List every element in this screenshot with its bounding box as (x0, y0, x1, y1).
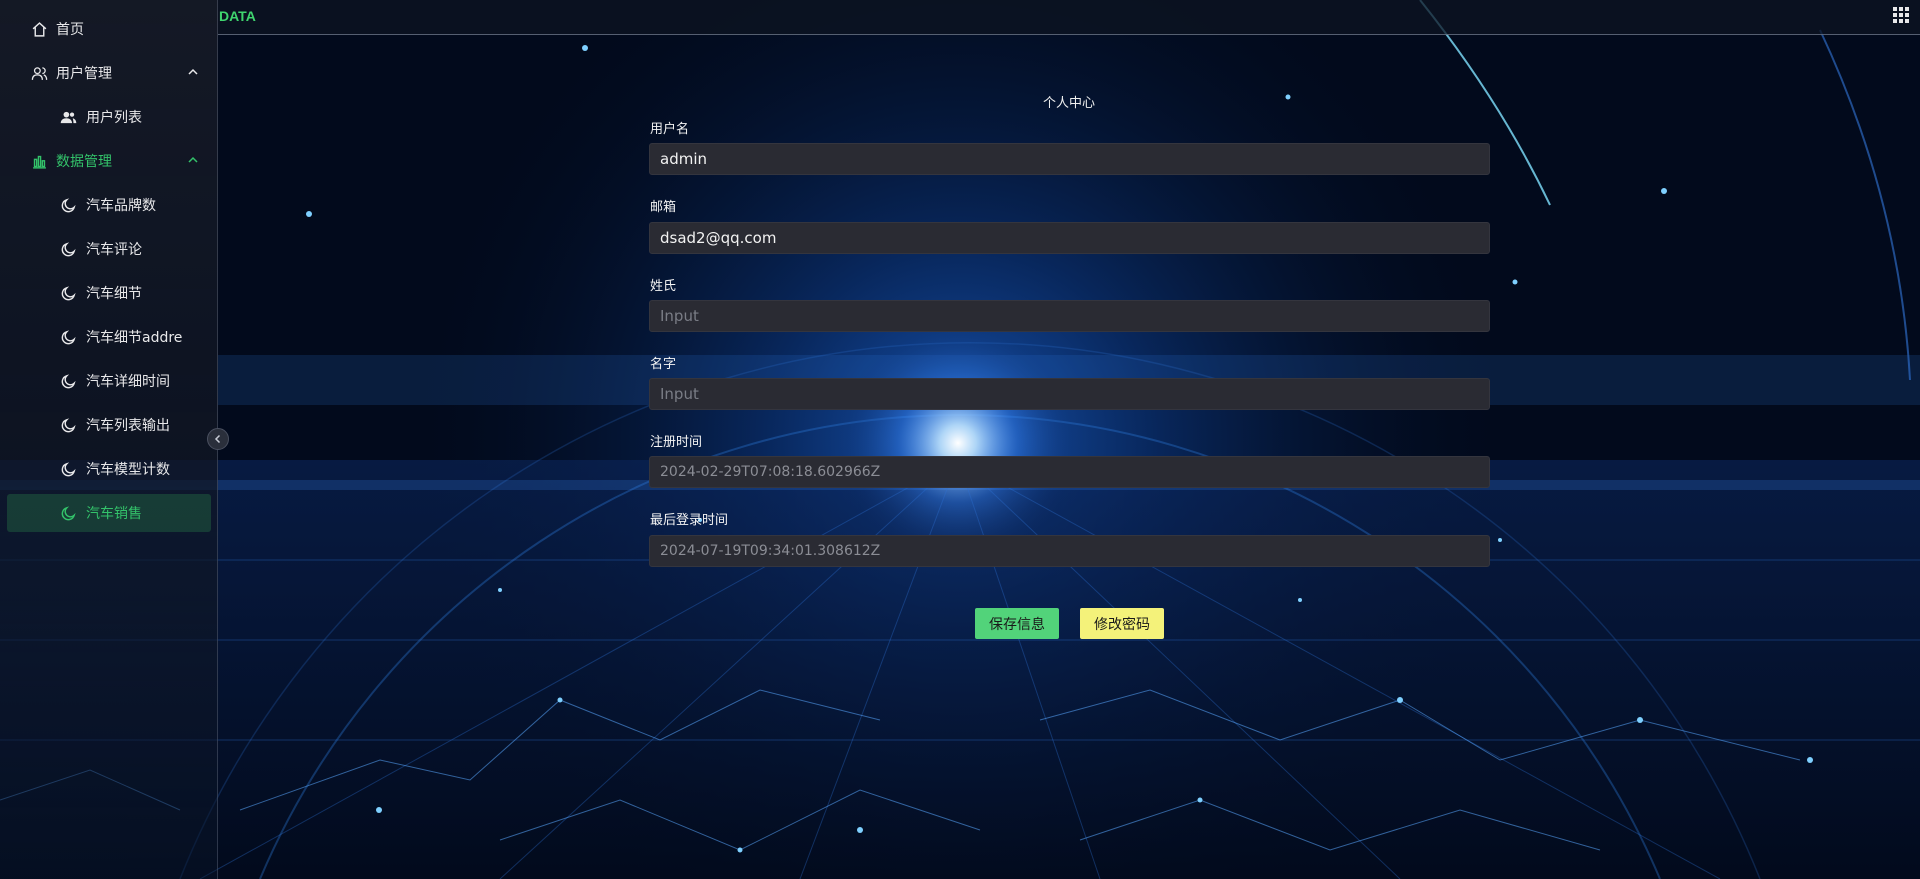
email-input[interactable] (649, 222, 1490, 254)
first-name-label: 名字 (650, 357, 677, 372)
username-label: 用户名 (650, 122, 690, 137)
moon-icon (59, 328, 77, 346)
moon-icon (59, 240, 77, 258)
chevron-left-icon (214, 434, 221, 444)
brand-logo[interactable]: DATA (219, 8, 256, 24)
sidebar-item-car-details-address[interactable]: 汽车细节addre (0, 315, 217, 359)
username-input[interactable] (649, 143, 1490, 175)
sidebar-item-user-management[interactable]: 用户管理 (0, 51, 217, 95)
chevron-up-icon (187, 66, 199, 78)
sidebar-item-car-sales[interactable]: 汽车销售 (7, 494, 211, 532)
last-name-label: 姓氏 (650, 279, 677, 294)
sidebar-item-label: 汽车细节addre (86, 330, 183, 346)
sidebar-item-label: 汽车模型计数 (86, 462, 170, 478)
email-label: 邮箱 (650, 200, 677, 215)
moon-icon (59, 284, 77, 302)
users-icon (59, 108, 77, 126)
sidebar-item-car-list-output[interactable]: 汽车列表输出 (0, 403, 217, 447)
sidebar-item-home[interactable]: 首页 (0, 7, 217, 51)
sidebar-item-label: 汽车详细时间 (86, 374, 170, 390)
sidebar-item-car-brand-count[interactable]: 汽车品牌数 (0, 183, 217, 227)
sidebar-item-car-comments[interactable]: 汽车评论 (0, 227, 217, 271)
sidebar-item-label: 汽车销售 (86, 506, 142, 522)
sidebar-item-label: 数据管理 (56, 154, 112, 170)
moon-icon (59, 416, 77, 434)
top-bar: DATA (218, 0, 1920, 35)
sidebar-item-label: 汽车评论 (86, 242, 142, 258)
sidebar-item-user-list[interactable]: 用户列表 (0, 95, 217, 139)
sidebar-item-car-model-count[interactable]: 汽车模型计数 (0, 447, 217, 491)
sidebar-item-data-management[interactable]: 数据管理 (0, 139, 217, 183)
last-name-input[interactable] (649, 300, 1490, 332)
sidebar-item-car-details[interactable]: 汽车细节 (0, 271, 217, 315)
page-title: 个人中心 (1043, 96, 1096, 111)
last-login-label: 最后登录时间 (650, 513, 729, 528)
sidebar-item-label: 用户管理 (56, 66, 112, 82)
register-time-label: 注册时间 (650, 435, 703, 450)
save-info-button[interactable]: 保存信息 (975, 608, 1059, 639)
chevron-up-icon (187, 154, 199, 166)
home-icon (30, 20, 48, 38)
sidebar-item-label: 用户列表 (86, 110, 142, 126)
sidebar-item-car-detail-time[interactable]: 汽车详细时间 (0, 359, 217, 403)
sidebar-item-label: 首页 (56, 22, 84, 38)
sidebar-item-label: 汽车列表输出 (86, 418, 170, 434)
moon-icon (59, 460, 77, 478)
background-scene (0, 0, 1920, 879)
app-root: 首页 用户管理 用户列表 数据管理 汽车品牌数 汽车评论 汽车细节 汽车细节ad… (0, 0, 1920, 879)
bar-chart-icon (30, 152, 48, 170)
moon-icon (59, 504, 77, 522)
sidebar-item-label: 汽车品牌数 (86, 198, 156, 214)
sidebar: 首页 用户管理 用户列表 数据管理 汽车品牌数 汽车评论 汽车细节 汽车细节ad… (0, 0, 218, 879)
users-outline-icon (30, 64, 48, 82)
sidebar-item-label: 汽车细节 (86, 286, 142, 302)
register-time-input[interactable] (649, 456, 1490, 488)
moon-icon (59, 196, 77, 214)
last-login-input[interactable] (649, 535, 1490, 567)
moon-icon (59, 372, 77, 390)
change-password-button[interactable]: 修改密码 (1080, 608, 1164, 639)
first-name-input[interactable] (649, 378, 1490, 410)
sidebar-collapse-button[interactable] (207, 428, 229, 450)
sidebar-menu: 首页 用户管理 用户列表 数据管理 汽车品牌数 汽车评论 汽车细节 汽车细节ad… (0, 0, 217, 532)
apps-grid-icon[interactable] (1892, 6, 1910, 24)
